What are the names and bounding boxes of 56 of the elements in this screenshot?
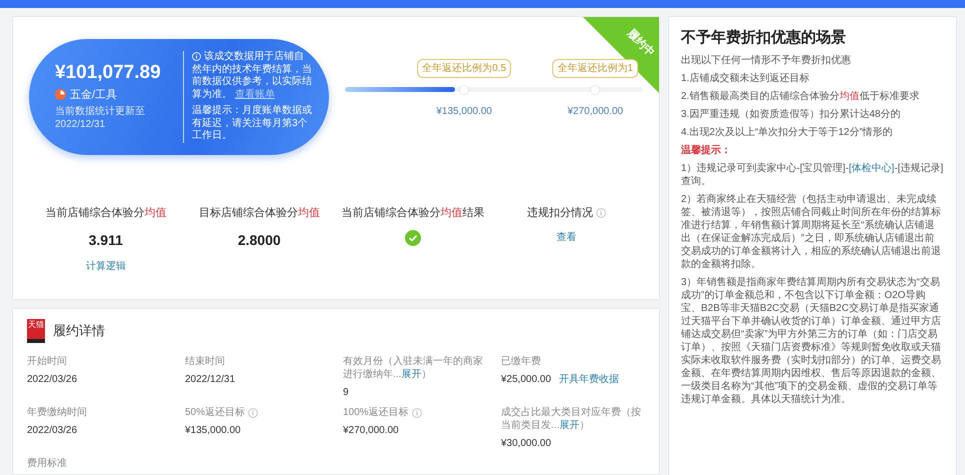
data-note: 该成交数据用于店铺自然年内的技术年费结算，当前数据仅供参考，以实际结算为准。 查看账单 xyxy=(192,51,313,102)
metric-label: 当前店铺综合体验分均值 xyxy=(45,206,166,221)
status-text: 履约中 xyxy=(624,26,658,61)
field-value: ¥270,000.00 xyxy=(343,424,399,438)
field-label: 成交占比最大类目对应年费（按当前类目发...展开） xyxy=(501,406,642,432)
field-label: 费用标准 xyxy=(27,457,67,470)
field-label: 年费缴纳时间 xyxy=(27,406,87,419)
metric-link[interactable]: 计算逻辑 xyxy=(86,258,126,274)
note-paragraph: 1）违规记录可到卖家中心-[宝贝管理]-[体检中心]-[违规记录]查询。 xyxy=(681,162,944,188)
field-label: 100%返还目标 xyxy=(343,406,409,419)
scenario-item: 1.店铺成交额未达到返还目标 xyxy=(681,72,810,85)
field-label: 有效月份（入驻未满一年的商家进行缴纳年...展开） xyxy=(343,355,484,381)
update-note: 当前数据统计更新至 2022/12/31 xyxy=(55,106,146,132)
expand-link[interactable]: 展开 xyxy=(401,369,422,380)
note-paragraph: 3）年销售额是指商家年费结算周期内所有交易状态为“交易成功”的订单金额总和，不包含以下订单金额：O2O导购宝、B2B等非天猫B2C交易（天猫B2C交易订单是指买家通过天猫平台下单并确认收货的订单）订单金额、通过甲方店铺达成交易但“卖家”为甲方外第三方的订单（如：门店交易订单）、按照《天猫门店资费标准》等规则暂免收取或天猫实际未收取软件服务费（实时划扣部分）的订单、运费交易金额、在年费结算周期内因维权、售后等原因退款的金额、一级类目名称为“其他”项下的交易金额、虚假的交易订单等违规订单金额。具体以天猫统计为准。 xyxy=(681,276,942,406)
metric-label: 当前店铺综合体验分均值结果 xyxy=(341,206,484,221)
scenario-item: 4.出现2次及以上“单次扣分大于等于12分”情形的 xyxy=(681,126,894,139)
panel-title: 不予年费折扣优惠的场景 xyxy=(681,29,847,47)
scenario-item: 3.因严重违规（如资质造假等）扣分累计达48分的 xyxy=(681,108,902,121)
metric-value: 3.911 xyxy=(88,230,123,250)
metric-link[interactable]: 查看 xyxy=(556,230,576,244)
warning-title: 温馨提示： xyxy=(681,144,732,157)
milestone-amount: ¥135,000.00 xyxy=(436,105,492,119)
milestone-tag: 全年返还比例为0.5 xyxy=(417,59,512,78)
metric-value: 2.8000 xyxy=(238,230,281,250)
metric-label: 违规扣分情况 xyxy=(526,206,593,221)
info-icon xyxy=(192,52,201,62)
milestone-amount: ¥270,000.00 xyxy=(568,105,624,119)
category-label: 五金/工具 xyxy=(70,88,118,103)
intro-text: 出现以下任何一情形不予年费折扣优惠 xyxy=(681,54,852,67)
fee-amount: ¥101,077.89 xyxy=(55,62,162,84)
field-label: 开始时间 xyxy=(27,355,67,368)
field-value: 2022/03/26 xyxy=(27,424,78,438)
field-value: ¥30,000.00 xyxy=(501,437,552,451)
scenario-item: 2.销售额最高类目的店铺综合体验分均值低于标准要求 xyxy=(681,90,920,103)
section-title: 履约详情 xyxy=(53,322,105,340)
center-link[interactable]: [体检中心] xyxy=(848,163,894,174)
milestone-dot xyxy=(460,86,468,94)
field-label: 已缴年费 xyxy=(501,355,541,368)
reminder-text: 温馨提示：月度账单数据或有延迟，请关注每月第3个工作日。 xyxy=(192,105,313,143)
metric-label: 目标店铺综合体验分均值 xyxy=(198,206,320,221)
field-value: ¥25,000.00 xyxy=(501,373,552,387)
receipt-link[interactable]: 开具年费收据 xyxy=(559,372,620,387)
field-value: 9 xyxy=(343,386,349,400)
field-label: 结束时间 xyxy=(185,355,225,368)
field-label: 50%返还目标 xyxy=(185,406,246,419)
note-paragraph: 2）若商家终止在天猫经营（包括主动申请退出、未完成续签、被清退等），按照店铺合同截止时间所在年份的结算标准进行结算，年销售额计算周期将延长至“系统确认店铺退出（在保证金解冻完成后）”之日，即系统确认店铺退出前交易成功的订单金额将计入，相应的系统确认店铺退出前退款的金额将扣除。 xyxy=(681,193,942,271)
expand-link[interactable]: 展开 xyxy=(559,420,580,431)
field-value: 2022/12/31 xyxy=(185,373,236,387)
field-value: 2022/03/26 xyxy=(27,373,78,387)
category-icon xyxy=(55,89,66,100)
bill-link[interactable]: 查看账单 xyxy=(234,88,275,100)
logo-icon: 天猫 xyxy=(27,319,45,343)
field-value: ¥135,000.00 xyxy=(185,424,241,438)
milestone-dot xyxy=(591,86,600,94)
milestone-tag: 全年返还比例为1 xyxy=(552,59,638,78)
